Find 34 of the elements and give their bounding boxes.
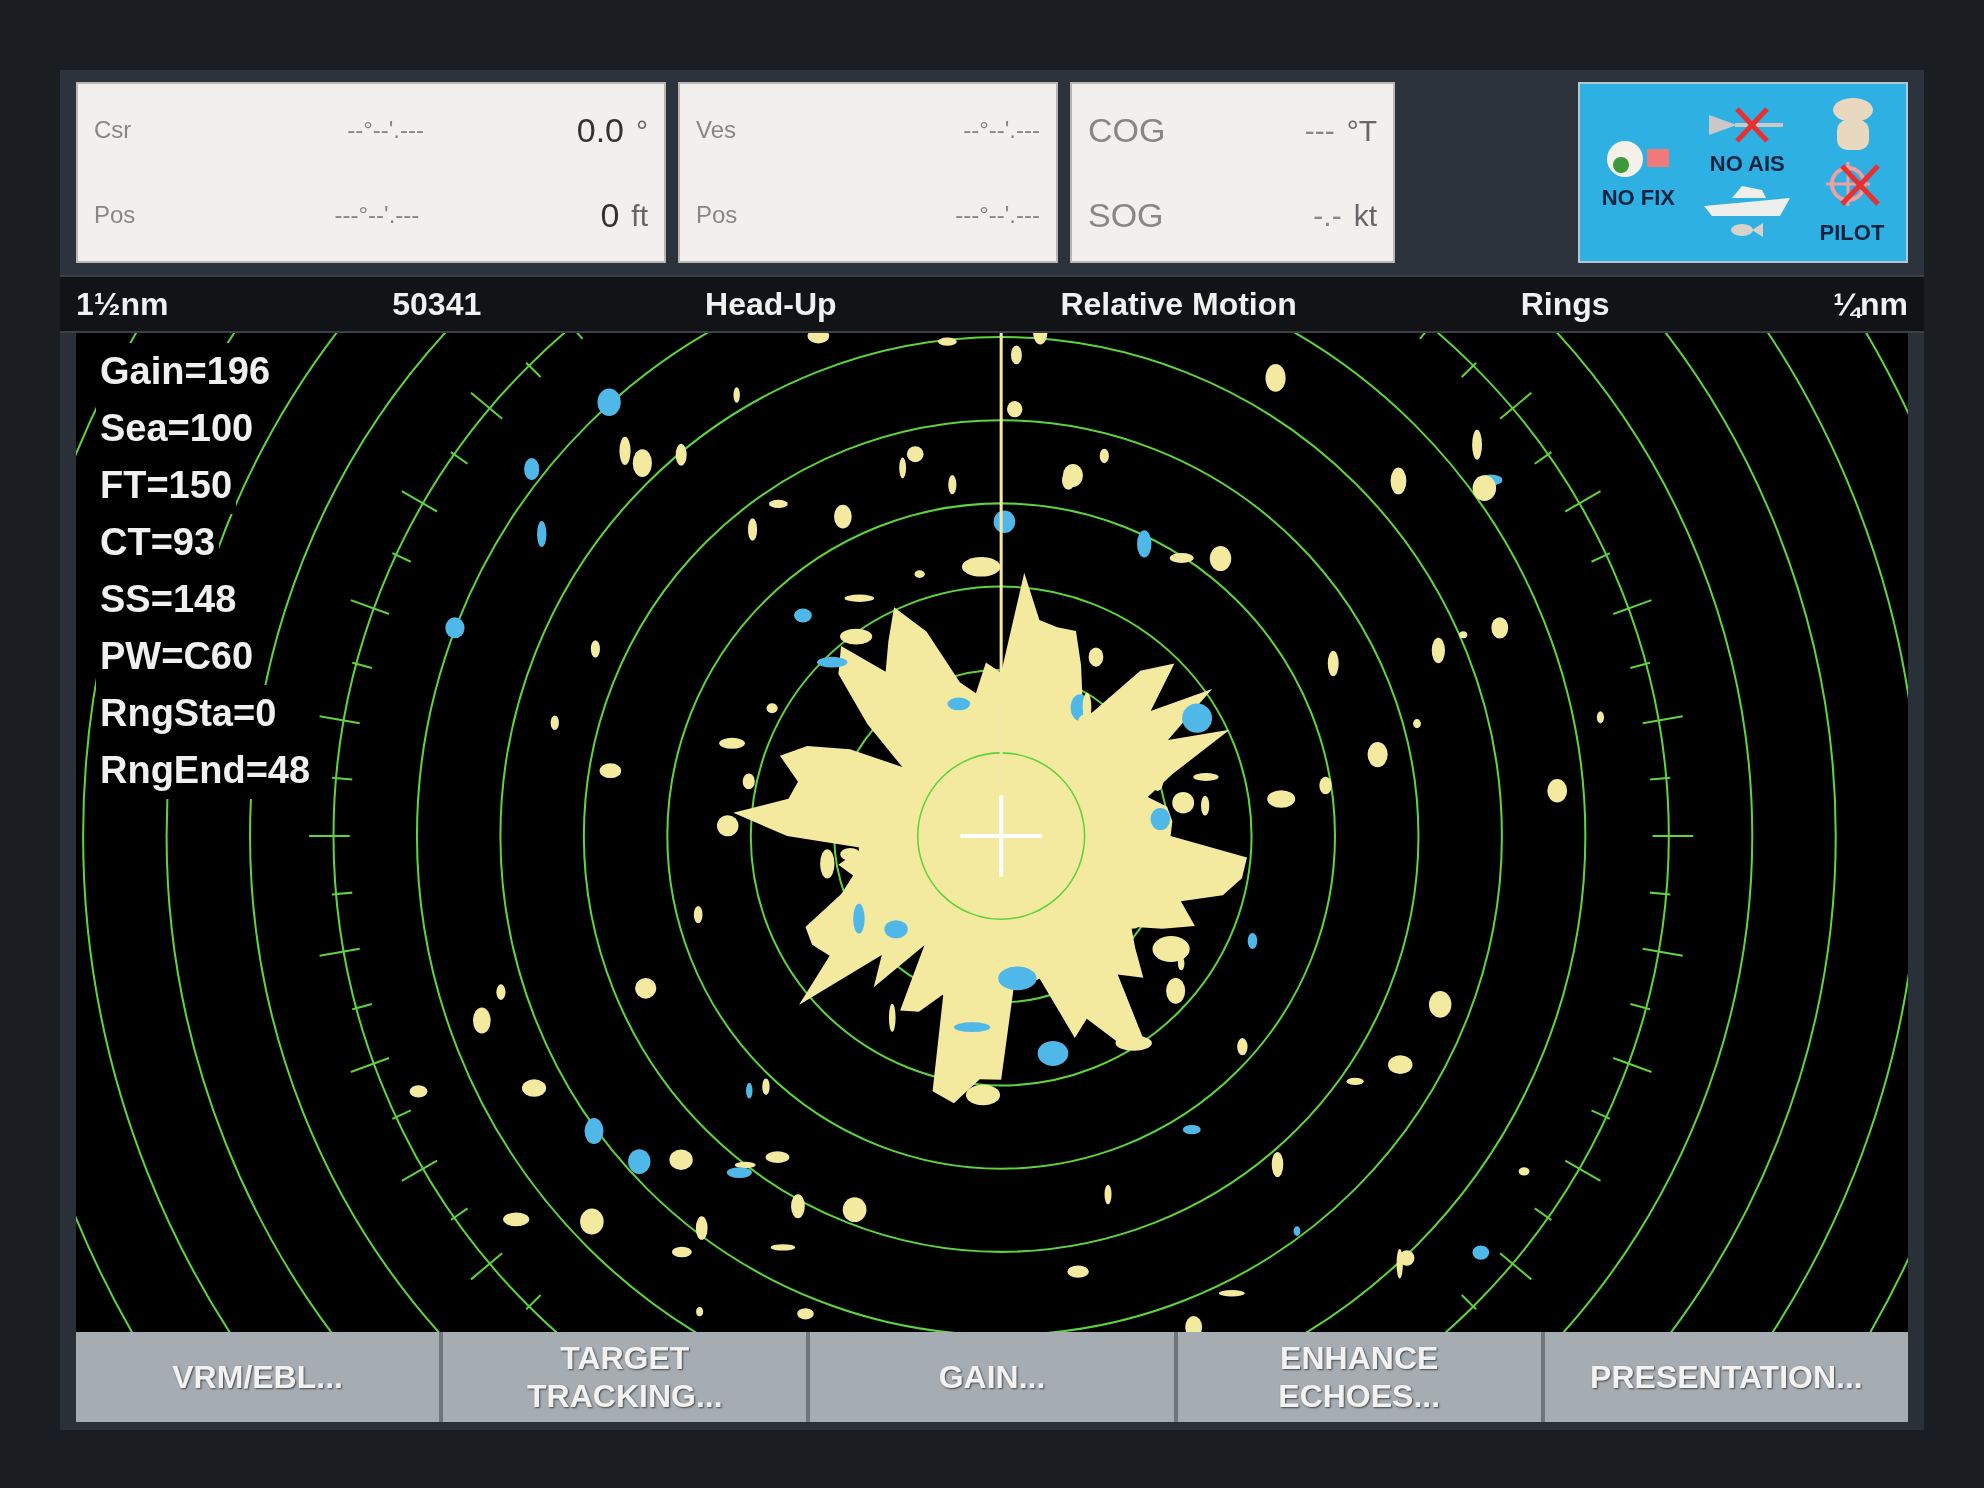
field-reading: 0 xyxy=(599,194,620,236)
fish-icon xyxy=(1730,222,1765,238)
unit-label: kt xyxy=(1353,197,1377,234)
field-label: SOG xyxy=(1088,194,1165,236)
field-value: ---°--'.--- xyxy=(954,200,1040,230)
softkey-button[interactable]: VRM/EBL... xyxy=(76,1332,444,1422)
status-text: Head-Up xyxy=(705,285,837,324)
field-label: Pos xyxy=(696,200,739,230)
field-reading: 0.0 xyxy=(575,109,624,151)
softkey-button[interactable]: ENHANCE ECHOES... xyxy=(1177,1332,1545,1422)
boat-icon xyxy=(1702,184,1793,218)
status-text: ¼nm xyxy=(1833,285,1908,324)
field-label: Ves xyxy=(696,115,738,145)
field-label: Pos xyxy=(94,200,137,230)
softkey-button[interactable]: TARGET TRACKING... xyxy=(443,1332,811,1422)
field-value: ---°--'.--- xyxy=(333,200,420,230)
pilot-label: PILOT xyxy=(1819,219,1885,247)
field-value: --°--'.--- xyxy=(962,115,1040,145)
field-value: -.- xyxy=(1312,197,1342,234)
softkey-button[interactable]: PRESENTATION... xyxy=(1544,1332,1908,1422)
status-text: Rings xyxy=(1520,285,1610,324)
no-ais-label: NO AIS xyxy=(1709,150,1785,178)
status-text: Relative Motion xyxy=(1060,285,1297,324)
status-text: 1½nm xyxy=(76,285,169,324)
field-label: COG xyxy=(1088,109,1167,151)
unit-label: °T xyxy=(1346,112,1377,149)
field-value: --- xyxy=(1303,112,1335,149)
status-text: 50341 xyxy=(392,285,482,324)
field-value: --°--'.--- xyxy=(346,115,424,145)
field-label: Csr xyxy=(94,115,133,145)
softkey-button[interactable]: GAIN... xyxy=(810,1332,1178,1422)
unit-label: ° xyxy=(636,112,648,149)
no-fix-label: NO FIX xyxy=(1601,184,1675,212)
unit-label: ft xyxy=(631,197,648,234)
